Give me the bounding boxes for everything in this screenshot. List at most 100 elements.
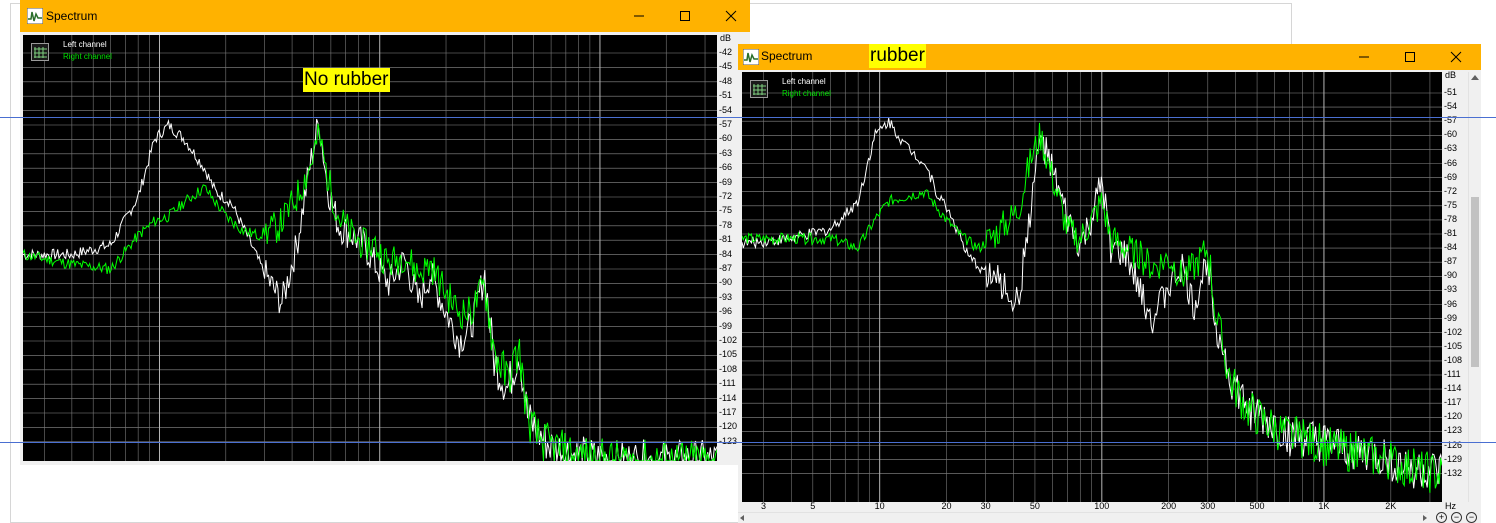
db-tick-label: -114 <box>1444 383 1462 394</box>
frequency-tick-label: 200 <box>1161 501 1177 511</box>
maximize-icon <box>680 11 690 21</box>
minimize-icon <box>1359 56 1369 58</box>
db-tick-label: -81 <box>719 234 733 245</box>
db-tick-label: -93 <box>719 291 733 302</box>
db-tick-label: -54 <box>719 104 733 115</box>
db-tick-label: -75 <box>719 205 733 216</box>
db-tick-label: -84 <box>719 248 733 259</box>
frequency-tick-label: 500 <box>1249 501 1265 511</box>
db-tick-label: -126 <box>1444 439 1463 450</box>
annotation-rubber: rubber <box>869 44 926 68</box>
db-tick-label: -90 <box>719 277 733 288</box>
frequency-tick-label: 1K <box>1318 501 1330 511</box>
db-tick-label: -120 <box>1444 411 1463 422</box>
zoom-reset-icon[interactable]: − <box>1466 512 1477 523</box>
db-tick-label: -69 <box>1444 171 1458 182</box>
db-tick-label: -99 <box>1444 312 1458 323</box>
maximize-icon <box>1405 52 1415 62</box>
db-unit-label: dB <box>720 33 732 43</box>
maximize-button[interactable] <box>1387 44 1433 70</box>
db-tick-label: -42 <box>719 47 733 57</box>
db-tick-label: -117 <box>719 407 737 417</box>
frequency-tick-label: 100 <box>1094 501 1110 511</box>
frequency-axis <box>23 461 717 465</box>
db-tick-label: -90 <box>1444 270 1458 281</box>
spectrum-plot[interactable]: Left channel Right channel <box>742 72 1442 502</box>
left-channel-curve <box>23 118 717 461</box>
title-bar[interactable]: Spectrum <box>738 44 1481 70</box>
zoom-out-icon[interactable]: − <box>1451 512 1462 523</box>
left-channel-curve <box>742 117 1442 489</box>
close-button[interactable] <box>708 0 750 32</box>
spectrum-plot[interactable]: Left channel Right channel <box>23 35 717 461</box>
frequency-tick-label: 300 <box>1200 501 1216 511</box>
db-tick-label: -63 <box>719 147 733 158</box>
legend-left-channel: Left channel <box>63 40 107 49</box>
frequency-tick-label: 10 <box>874 501 885 511</box>
scroll-up-arrow[interactable] <box>1471 75 1479 80</box>
db-tick-label: -108 <box>719 363 738 374</box>
spectrum-app-icon <box>742 48 760 66</box>
db-tick-label: -123 <box>1444 425 1463 436</box>
db-tick-label: -120 <box>719 421 738 432</box>
db-tick-label: -78 <box>719 219 733 230</box>
close-icon <box>725 10 737 22</box>
zoom-in-icon[interactable]: + <box>1436 512 1447 523</box>
db-tick-label: -72 <box>719 191 733 201</box>
spectrum-graph <box>23 35 717 461</box>
db-tick-label: -123 <box>719 435 738 446</box>
window-title: Spectrum <box>46 9 98 23</box>
legend-grid-icon <box>750 80 768 98</box>
frequency-tick-label: 50 <box>1029 501 1040 511</box>
spectrum-window-rubber[interactable]: Spectrum Left channel Right channel dB -5… <box>738 44 1481 523</box>
db-tick-label: -99 <box>719 320 733 331</box>
scroll-left-arrow[interactable] <box>740 515 744 521</box>
db-tick-label: -57 <box>719 119 733 129</box>
db-tick-label: -129 <box>1444 453 1463 464</box>
vertical-scrollbar[interactable] <box>1468 72 1481 502</box>
db-unit-label: dB <box>1445 70 1457 80</box>
db-tick-label: -54 <box>1444 101 1458 112</box>
horizontal-scrollbar[interactable] <box>738 512 1428 523</box>
db-tick-label: -117 <box>1444 397 1462 408</box>
db-tick-label: -75 <box>1444 199 1458 210</box>
db-tick-label: -45 <box>719 61 733 72</box>
scroll-right-arrow[interactable] <box>1423 515 1427 521</box>
db-tick-label: -48 <box>719 75 733 86</box>
db-tick-label: -87 <box>1444 256 1458 267</box>
minimize-button[interactable] <box>1341 44 1387 70</box>
minimize-button[interactable] <box>616 0 662 32</box>
db-axis: dB -51 -54 -57 -60 -63 -66 -69 -72 -75 -78 -81 -84 -8… <box>1442 70 1468 502</box>
frequency-axis: 3 5 10 20 30 50 100 200 300 500 1K 2K Hz <box>742 501 1456 512</box>
db-tick-label: -60 <box>719 133 733 144</box>
db-tick-label: -102 <box>1444 326 1463 337</box>
maximize-button[interactable] <box>662 0 708 32</box>
db-tick-label: -96 <box>719 306 733 317</box>
reference-line-123db <box>0 442 1496 443</box>
title-bar[interactable]: Spectrum <box>20 0 750 32</box>
frequency-tick-label: 20 <box>941 501 952 511</box>
db-tick-label: -51 <box>1444 87 1458 97</box>
frequency-tick-label: 2K <box>1385 501 1397 511</box>
legend-left-channel: Left channel <box>782 77 826 86</box>
db-tick-label: -66 <box>719 162 733 173</box>
db-tick-label: -69 <box>719 176 733 187</box>
reference-line-54db <box>0 117 1496 118</box>
db-tick-label: -105 <box>1444 340 1463 351</box>
db-tick-label: -102 <box>719 335 738 345</box>
db-tick-label: -132 <box>1444 467 1463 478</box>
db-tick-label: -84 <box>1444 242 1458 253</box>
db-tick-label: -60 <box>1444 129 1458 140</box>
db-tick-label: -66 <box>1444 157 1458 168</box>
db-tick-label: -63 <box>1444 143 1458 154</box>
db-tick-label: -51 <box>719 90 733 101</box>
spectrum-app-icon <box>26 7 44 25</box>
right-channel-curve <box>742 122 1442 493</box>
close-icon <box>1450 51 1462 63</box>
close-button[interactable] <box>1433 44 1479 70</box>
frequency-tick-label: 30 <box>980 501 991 511</box>
right-channel-curve <box>23 123 717 461</box>
scroll-thumb[interactable] <box>1471 197 1479 367</box>
db-tick-label: -78 <box>1444 213 1458 224</box>
db-tick-label: -105 <box>719 349 738 360</box>
